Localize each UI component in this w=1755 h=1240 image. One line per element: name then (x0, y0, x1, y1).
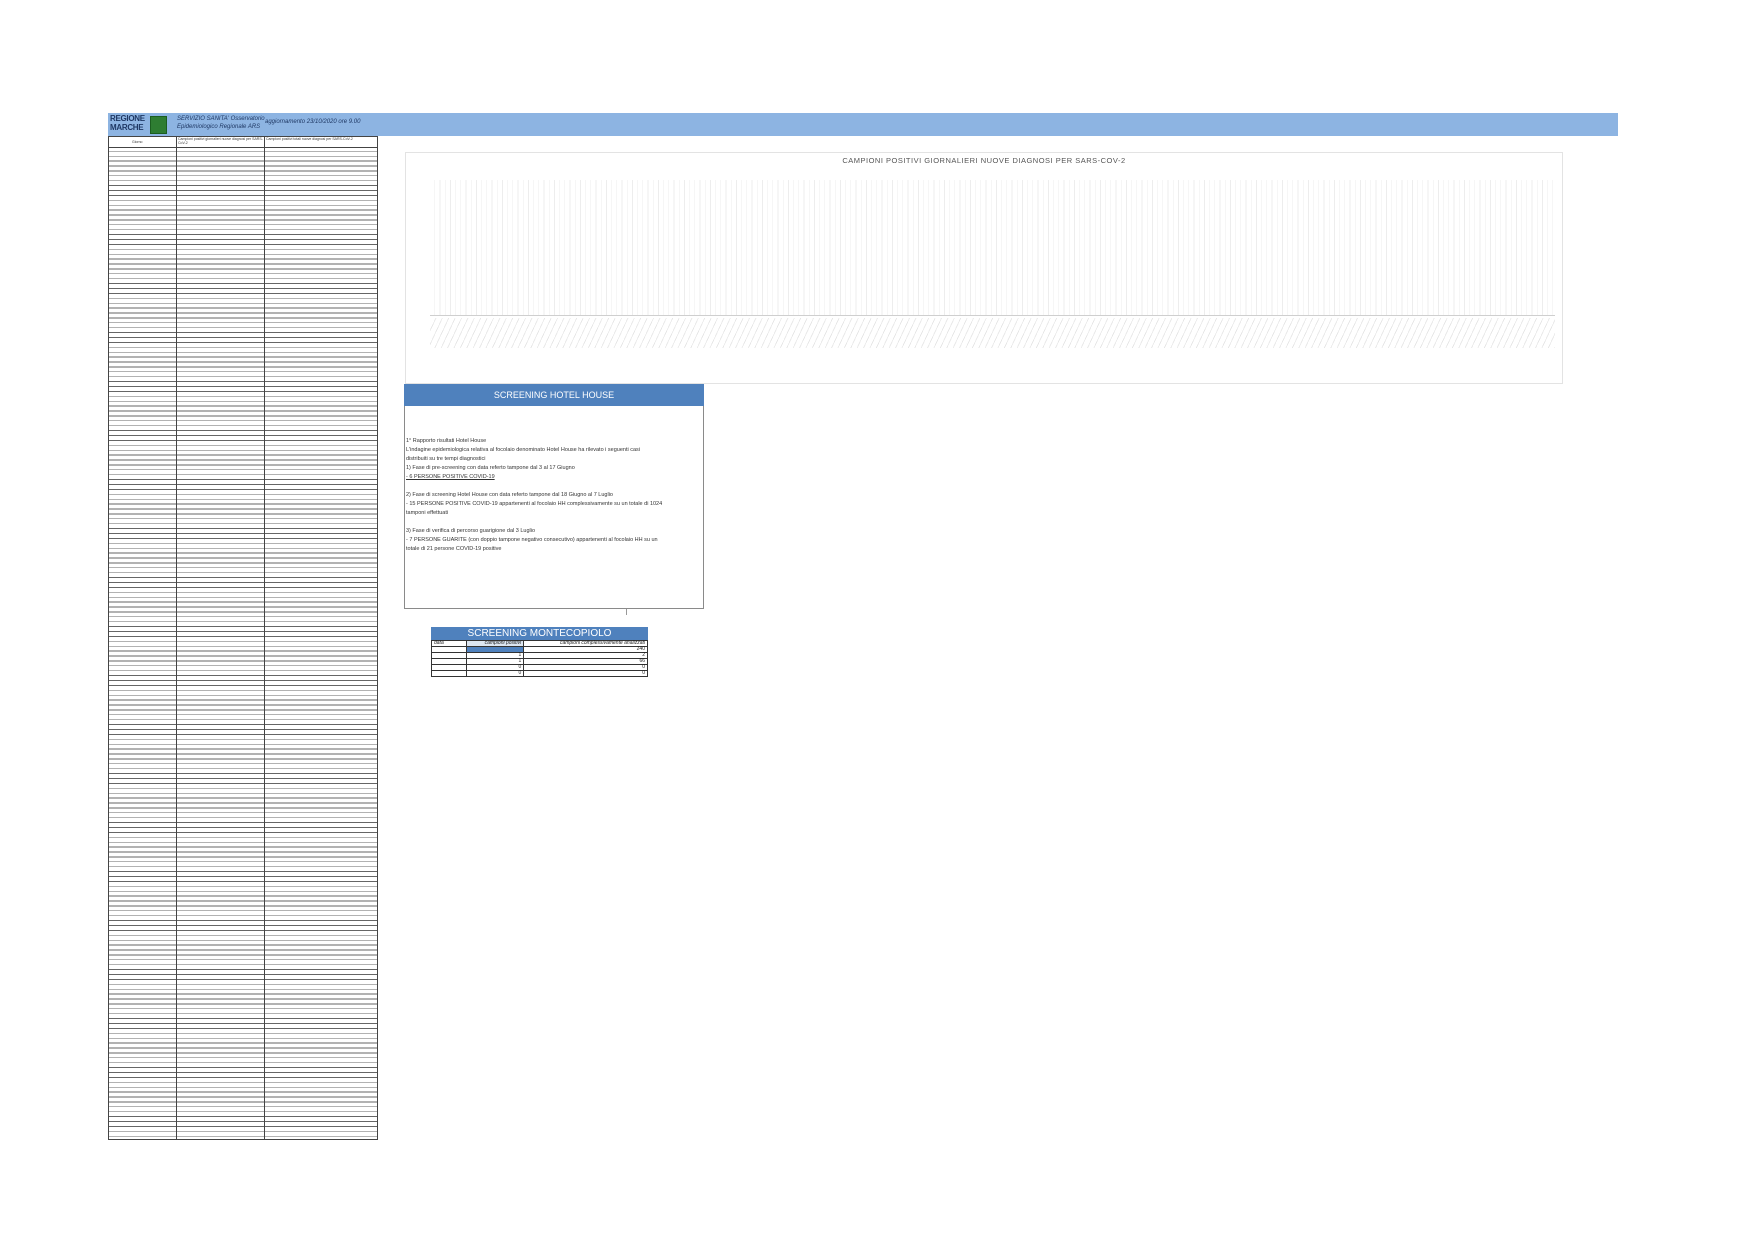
update-timestamp: aggiornamento 23/10/2020 ore 9.00 (265, 119, 361, 125)
service-line-2: Epidemiologico Regionale ARS (177, 124, 261, 130)
daily-data-table (108, 136, 378, 1140)
hotel-house-line: 1° Rapporto risultati Hotel House (406, 438, 487, 444)
hotel-house-line: - 6 PERSONE POSITIVE COVID-19 (406, 474, 495, 480)
montecopiolo-title: SCREENING MONTECOPIOLO (431, 627, 648, 640)
chart-x-tick-labels (430, 318, 1555, 348)
service-line-1: SERVIZIO SANITA' Osservatorio (177, 116, 265, 122)
hotel-house-line: 3) Fase di verifica di percorso guarigio… (406, 528, 536, 534)
hotel-house-line: - 7 PERSONE GUARITE (con doppio tampone … (406, 537, 658, 543)
hotel-house-title: SCREENING HOTEL HOUSE (404, 384, 704, 406)
hotel-house-line: distribuiti su tre tempi diagnostici (406, 456, 486, 462)
table-column-divider (264, 136, 265, 1140)
chart-plot-area (430, 180, 1555, 315)
regione-marche-emblem-icon (150, 116, 167, 134)
hotel-house-line: - 15 PERSONE POSITIVE COVID-19 appartene… (406, 501, 663, 507)
table-header-giorno: Giorno (132, 140, 143, 144)
chart-x-axis (430, 315, 1555, 316)
service-name: SERVIZIO SANITA' Osservatorio Epidemiolo… (177, 115, 265, 131)
chart-title: CAMPIONI POSITIVI GIORNALIERI NUOVE DIAG… (842, 156, 1126, 165)
montecopiolo-table: data campioni positivi campioni compless… (431, 640, 648, 677)
hotel-house-line (406, 482, 701, 491)
table-header-daily: Campioni positivi giornalieri nuove diag… (178, 137, 263, 145)
divider-tick (626, 609, 627, 615)
hotel-house-line: 1) Fase di pre-screening con data refert… (406, 465, 575, 471)
regione-marche-logo: REGIONE MARCHE (110, 114, 145, 132)
logo-line-1: REGIONE (110, 114, 145, 123)
hotel-house-line: totale di 21 persone COVID-19 positive (406, 546, 502, 552)
hotel-house-text: 1° Rapporto risultati Hotel House L'inda… (406, 437, 701, 554)
hotel-house-line: tamponi effettuati (406, 510, 449, 516)
table-header-total: Campioni positivi totali nuove diagnosi … (266, 137, 353, 141)
hotel-house-line: 2) Fase di screening Hotel House con dat… (406, 492, 613, 498)
table-row: 0 0 (431, 670, 648, 677)
hotel-house-line: L'indagine epidemiologica relativa al fo… (406, 447, 641, 453)
logo-line-2: MARCHE (110, 123, 144, 132)
hotel-house-line (406, 518, 701, 527)
table-column-divider (176, 136, 177, 1140)
